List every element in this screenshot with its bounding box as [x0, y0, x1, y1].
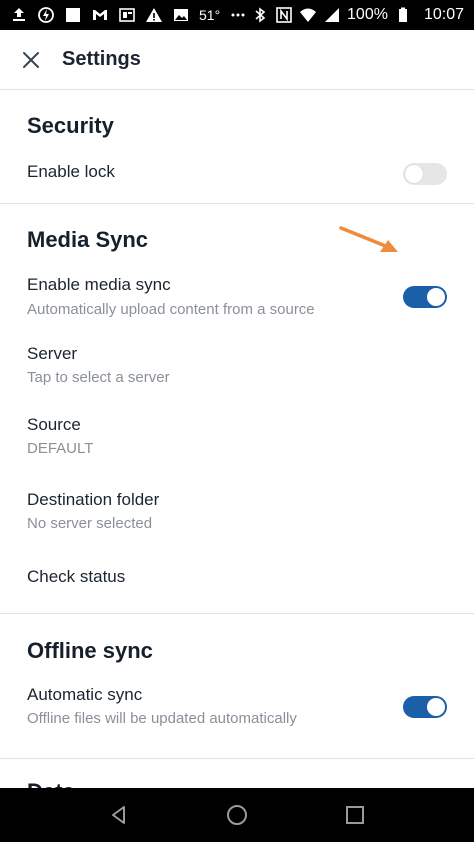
enable-lock-row[interactable]: Enable lock	[0, 156, 474, 196]
automatic-sync-subtitle: Offline files will be updated automatica…	[27, 710, 297, 727]
settings-content: Security Enable lock Media Sync Enable m…	[0, 91, 474, 788]
server-subtitle: Tap to select a server	[27, 369, 170, 386]
wifi-icon	[299, 6, 317, 24]
gmail-icon	[91, 6, 109, 24]
battery-icon	[394, 6, 412, 24]
enable-media-sync-row[interactable]: Enable media sync Automatically upload c…	[0, 272, 474, 332]
media-sync-section: Media Sync Enable media sync Automatical…	[0, 204, 474, 614]
server-row[interactable]: Server Tap to select a server	[0, 341, 474, 395]
news-icon	[118, 6, 136, 24]
automatic-sync-toggle[interactable]	[403, 696, 447, 718]
check-status-row[interactable]: Check status	[0, 564, 474, 600]
automatic-sync-row[interactable]: Automatic sync Offline files will be upd…	[0, 682, 474, 742]
temperature-text: 51°	[199, 7, 221, 23]
app-bar: Settings	[0, 30, 474, 90]
section-title-security: Security	[27, 113, 114, 138]
server-label: Server	[27, 344, 78, 363]
automatic-sync-label: Automatic sync	[27, 685, 143, 704]
home-button[interactable]	[217, 795, 257, 835]
offline-sync-section: Offline sync Automatic sync Offline file…	[0, 614, 474, 759]
enable-lock-label: Enable lock	[27, 162, 115, 181]
signal-icon	[323, 6, 341, 24]
toggle-knob	[405, 165, 423, 183]
section-title-media-sync: Media Sync	[27, 227, 149, 252]
enable-media-sync-subtitle: Automatically upload content from a sour…	[27, 301, 315, 318]
status-bar: 51° 100% 10:07	[0, 0, 474, 30]
toggle-knob	[427, 698, 445, 716]
more-icon	[229, 6, 247, 24]
check-status-label: Check status	[27, 567, 126, 586]
clock-text: 10:07	[423, 6, 464, 23]
power-icon	[37, 6, 55, 24]
battery-text: 100%	[347, 6, 388, 23]
back-button[interactable]	[99, 795, 139, 835]
recents-square-icon	[344, 804, 366, 826]
source-row[interactable]: Source DEFAULT	[0, 412, 474, 466]
close-icon	[22, 51, 40, 69]
source-label: Source	[27, 415, 81, 434]
enable-media-sync-toggle[interactable]	[403, 286, 447, 308]
warning-icon	[145, 6, 163, 24]
toggle-knob	[427, 288, 445, 306]
destination-folder-label: Destination folder	[27, 490, 160, 509]
data-section: Data	[0, 759, 474, 788]
enable-lock-toggle[interactable]	[403, 163, 447, 185]
security-section: Security Enable lock	[0, 91, 474, 204]
nfc-icon	[275, 6, 293, 24]
image-icon	[64, 6, 82, 24]
destination-folder-subtitle: No server selected	[27, 515, 153, 532]
page-title: Settings	[62, 48, 141, 70]
home-circle-icon	[226, 804, 248, 826]
section-title-data: Data	[27, 779, 75, 788]
back-triangle-icon	[108, 804, 130, 826]
source-subtitle: DEFAULT	[27, 440, 94, 457]
recents-button[interactable]	[335, 795, 375, 835]
enable-media-sync-label: Enable media sync	[27, 275, 171, 294]
status-bar-left: 51°	[10, 6, 247, 24]
close-button[interactable]	[14, 43, 48, 77]
destination-folder-row[interactable]: Destination folder No server selected	[0, 487, 474, 541]
status-bar-right: 100% 10:07	[251, 6, 464, 24]
section-title-offline-sync: Offline sync	[27, 638, 153, 663]
upload-icon	[10, 6, 28, 24]
system-nav-bar	[0, 788, 474, 842]
annotation-arrow-icon	[339, 226, 398, 252]
bluetooth-icon	[251, 6, 269, 24]
photo-icon	[172, 6, 190, 24]
